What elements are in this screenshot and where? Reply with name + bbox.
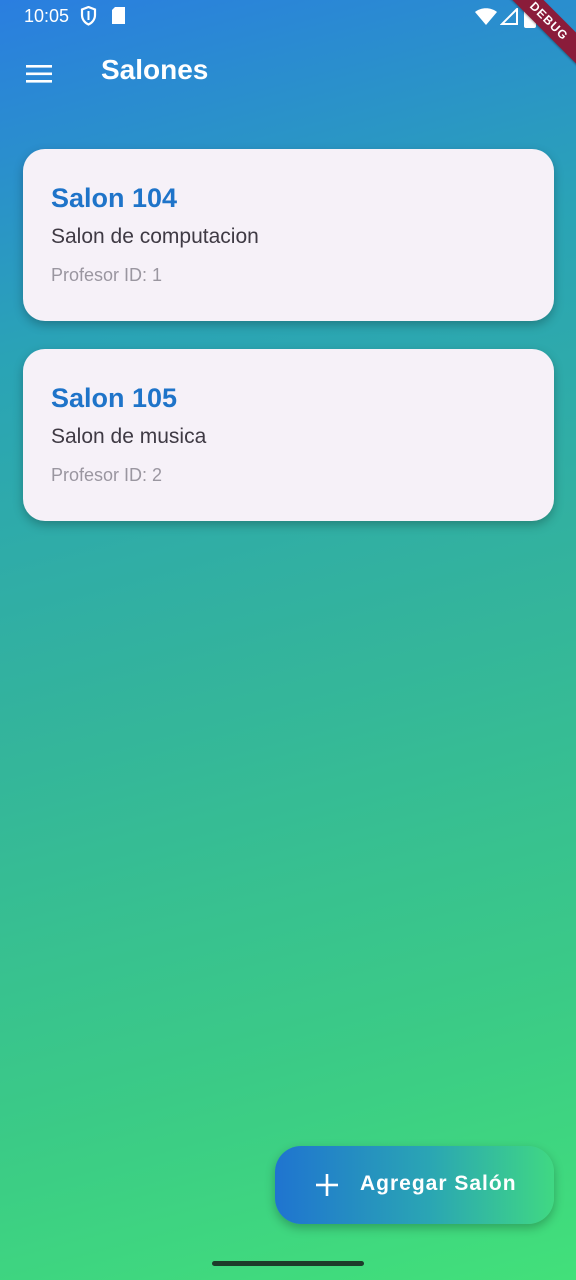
salon-description: Salon de computacion xyxy=(51,225,259,248)
status-bar: 10:05 DEBUG xyxy=(0,0,576,75)
salon-description: Salon de musica xyxy=(51,425,207,448)
page-title: Salones xyxy=(101,54,209,85)
sd-card-icon xyxy=(111,6,126,30)
menu-icon[interactable] xyxy=(24,62,54,86)
salones-screen: 10:05 DEBUG Salones Salon 104 Salon de c… xyxy=(0,0,576,1280)
salon-card[interactable]: Salon 105 Salon de musica Profesor ID: 2 xyxy=(23,349,554,521)
app-bar: Salones xyxy=(0,34,576,110)
home-indicator[interactable] xyxy=(212,1261,364,1266)
salon-profesor-id: Profesor ID: 2 xyxy=(51,465,163,485)
plus-icon xyxy=(315,1173,339,1197)
salon-title: Salon 105 xyxy=(51,383,178,413)
wifi-icon xyxy=(475,8,497,30)
status-time: 10:05 xyxy=(24,6,70,26)
add-salon-label: Agregar Salón xyxy=(360,1172,517,1195)
signal-icon xyxy=(499,6,518,30)
salon-profesor-id: Profesor ID: 1 xyxy=(51,265,163,285)
shield-icon xyxy=(80,5,97,31)
salon-title: Salon 104 xyxy=(51,183,178,213)
add-salon-button[interactable]: Agregar Salón xyxy=(275,1146,554,1224)
salon-card[interactable]: Salon 104 Salon de computacion Profesor … xyxy=(23,149,554,321)
